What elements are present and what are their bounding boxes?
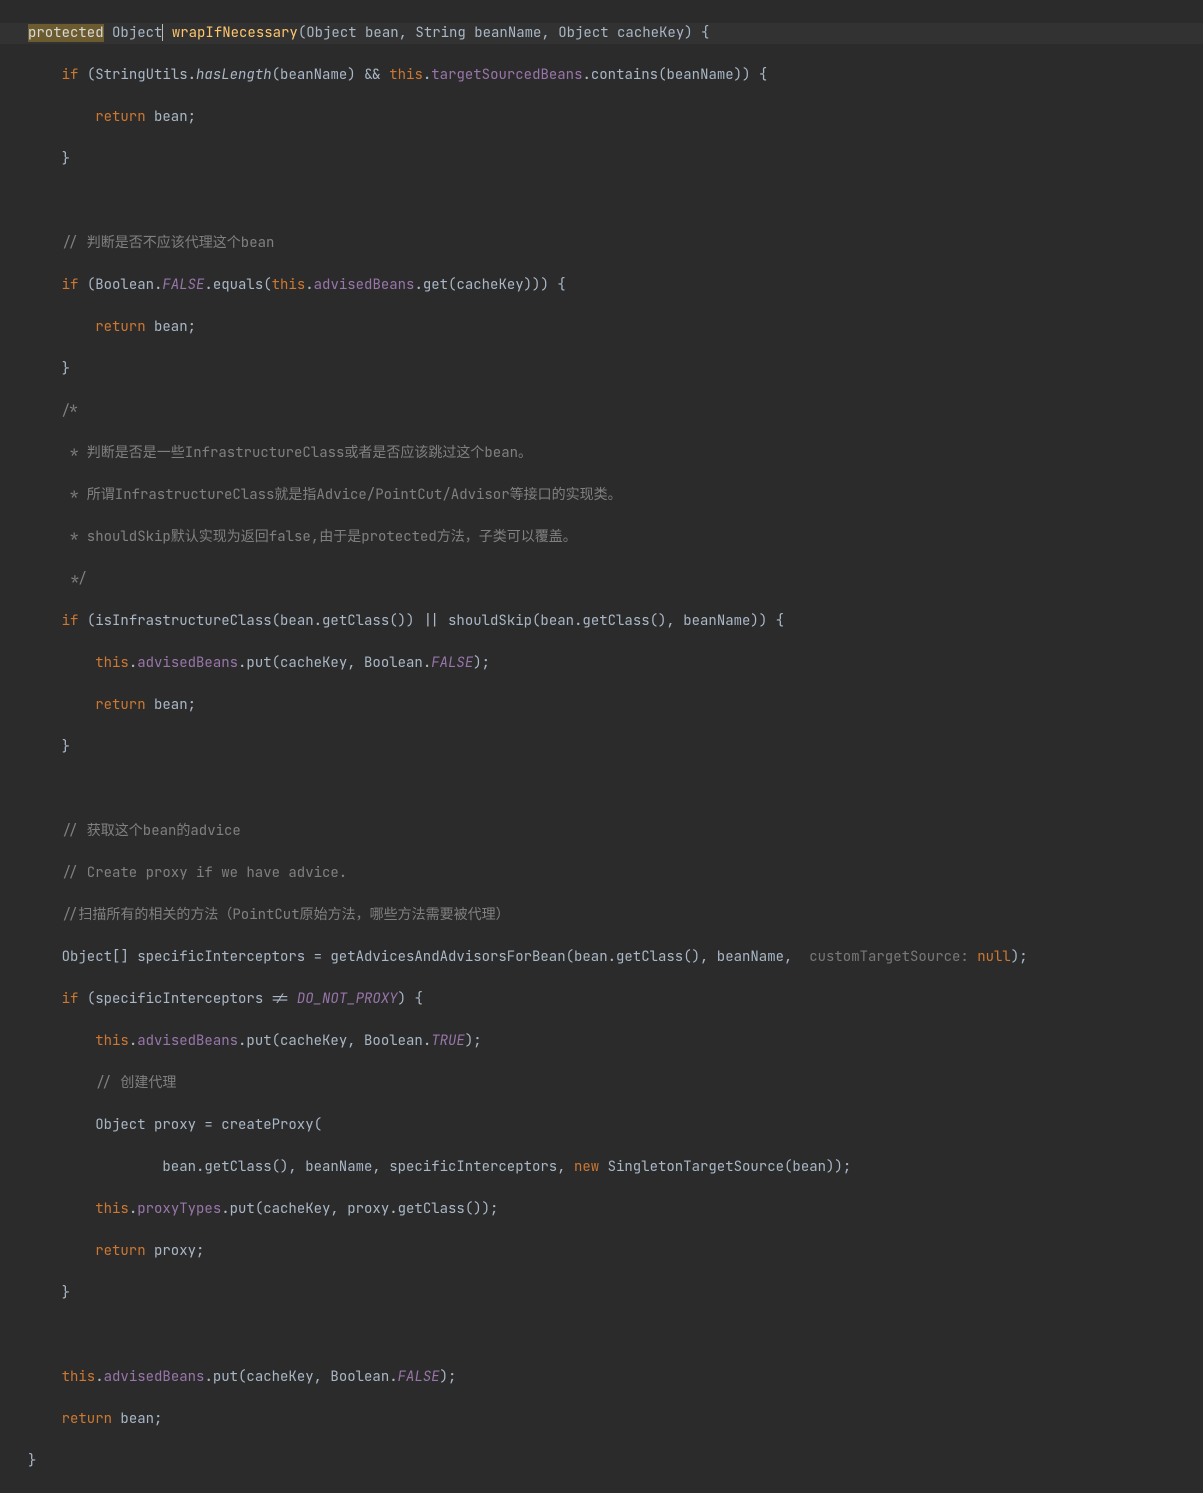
- code-line: if (specificInterceptors != DO_NOT_PROXY…: [0, 989, 1203, 1010]
- code-line: protected Object wrapIfNecessary(Object …: [0, 23, 1203, 44]
- code-line: return bean;: [0, 317, 1203, 338]
- code-line: [0, 1325, 1203, 1346]
- code-line: this.advisedBeans.put(cacheKey, Boolean.…: [0, 1031, 1203, 1052]
- code-line: bean.getClass(), beanName, specificInter…: [0, 1157, 1203, 1178]
- code-line: this.advisedBeans.put(cacheKey, Boolean.…: [0, 653, 1203, 674]
- method-name: wrapIfNecessary: [172, 24, 298, 42]
- code-line: }: [0, 149, 1203, 170]
- code-comment: * shouldSkip默认实现为返回false,由于是protected方法，…: [0, 527, 1203, 548]
- code-comment: /*: [0, 401, 1203, 422]
- code-comment: // 创建代理: [0, 1073, 1203, 1094]
- code-line: }: [0, 1283, 1203, 1304]
- code-comment: // 判断是否不应该代理这个bean: [0, 233, 1203, 254]
- code-line: if (isInfrastructureClass(bean.getClass(…: [0, 611, 1203, 632]
- code-comment: // 获取这个bean的advice: [0, 821, 1203, 842]
- code-comment: * 所谓InfrastructureClass就是指Advice/PointCu…: [0, 485, 1203, 506]
- code-line: this.proxyTypes.put(cacheKey, proxy.getC…: [0, 1199, 1203, 1220]
- code-line: return proxy;: [0, 1241, 1203, 1262]
- code-line: Object[] specificInterceptors = getAdvic…: [0, 947, 1203, 968]
- code-line: if (Boolean.FALSE.equals(this.advisedBea…: [0, 275, 1203, 296]
- code-line: }: [0, 359, 1203, 380]
- code-comment: * 判断是否是一些InfrastructureClass或者是否应该跳过这个be…: [0, 443, 1203, 464]
- code-line: return bean;: [0, 107, 1203, 128]
- code-line: [0, 191, 1203, 212]
- code-line: }: [0, 737, 1203, 758]
- code-line: }: [0, 1451, 1203, 1472]
- code-line: return bean;: [0, 695, 1203, 716]
- code-comment: */: [0, 569, 1203, 590]
- code-line: this.advisedBeans.put(cacheKey, Boolean.…: [0, 1367, 1203, 1388]
- code-line: return bean;: [0, 1409, 1203, 1430]
- keyword-protected: protected: [28, 24, 104, 42]
- code-comment: // Create proxy if we have advice.: [0, 863, 1203, 884]
- code-line: Object proxy = createProxy(: [0, 1115, 1203, 1136]
- code-comment: //扫描所有的相关的方法（PointCut原始方法，哪些方法需要被代理）: [0, 905, 1203, 926]
- inline-hint: customTargetSource:: [801, 948, 977, 966]
- code-line: if (StringUtils.hasLength(beanName) && t…: [0, 65, 1203, 86]
- code-editor[interactable]: protected Object wrapIfNecessary(Object …: [0, 0, 1203, 1493]
- code-line: [0, 779, 1203, 800]
- caret: [162, 24, 163, 41]
